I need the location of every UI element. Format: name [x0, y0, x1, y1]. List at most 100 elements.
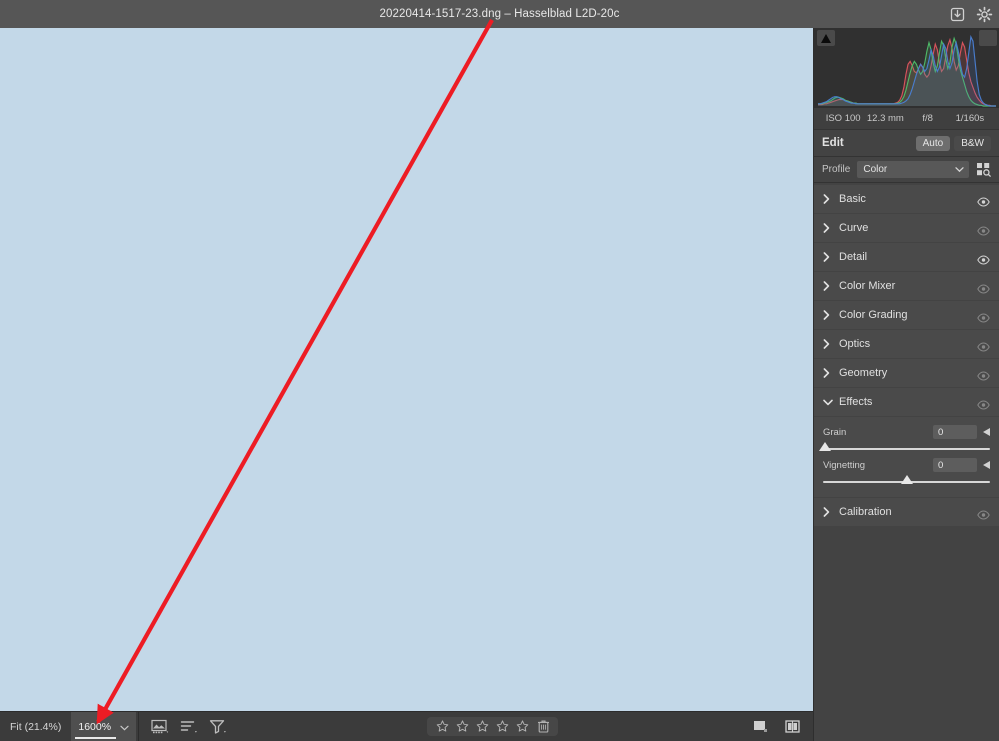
- window-title: 20220414-1517-23.dng – Hasselblad L2D-20…: [379, 8, 620, 20]
- visibility-eye-icon[interactable]: [977, 310, 990, 323]
- slider-track-wrap[interactable]: [823, 475, 990, 487]
- section-calibration[interactable]: Calibration: [814, 498, 999, 526]
- star-4-icon[interactable]: [496, 720, 509, 733]
- zoom-level-value: 1600%: [78, 720, 112, 733]
- section-label: Calibration: [839, 506, 892, 518]
- aperture-value: f/8: [922, 113, 933, 124]
- reset-triangle-icon[interactable]: [983, 461, 990, 469]
- highlight-clipping-icon[interactable]: [979, 30, 997, 46]
- star-3-icon[interactable]: [476, 720, 489, 733]
- slider-label: Grain: [823, 426, 847, 438]
- share-export-icon[interactable]: [949, 6, 966, 23]
- slider-track[interactable]: [823, 448, 990, 450]
- zoom-level-control[interactable]: 1600%: [71, 711, 137, 741]
- effects-panel-body: Grain 0 Vignetting 0: [814, 417, 999, 497]
- slider-label: Vignetting: [823, 459, 866, 471]
- slider-vignetting[interactable]: Vignetting 0: [823, 457, 990, 487]
- section-label: Color Mixer: [839, 280, 896, 292]
- chevron-right-icon[interactable]: [823, 252, 837, 262]
- section-geometry[interactable]: Geometry: [814, 359, 999, 387]
- section-basic[interactable]: Basic: [814, 185, 999, 213]
- chevron-right-icon[interactable]: [823, 223, 837, 233]
- section-label: Effects: [839, 396, 873, 408]
- histogram-plot: [818, 34, 996, 107]
- slider-value-field[interactable]: 0: [933, 425, 977, 439]
- section-detail[interactable]: Detail: [814, 243, 999, 271]
- slider-handle[interactable]: [900, 475, 913, 484]
- image-canvas[interactable]: [0, 28, 813, 711]
- thumbnail-view-icon[interactable]: [151, 719, 169, 734]
- zoom-active-underline: [75, 736, 117, 739]
- visibility-eye-icon[interactable]: [977, 339, 990, 352]
- section-label: Optics: [839, 338, 871, 350]
- profile-grid-browse-icon[interactable]: [976, 162, 991, 177]
- right-edit-panel: ISO 100 12.3 mm f/8 1/160s Edit Auto B&W…: [813, 28, 999, 741]
- edit-section-list: Basic Curve Detail Color Mixer Color Grading…: [814, 183, 999, 526]
- slider-handle[interactable]: [818, 442, 831, 451]
- section-curve[interactable]: Curve: [814, 214, 999, 242]
- bw-button[interactable]: B&W: [954, 135, 991, 151]
- fit-zoom-button[interactable]: Fit (21.4%): [0, 721, 71, 733]
- section-label: Color Grading: [839, 309, 908, 321]
- chevron-right-icon[interactable]: [823, 194, 837, 204]
- reset-triangle-icon[interactable]: [983, 428, 990, 436]
- visibility-eye-icon[interactable]: [977, 281, 990, 294]
- edit-panel-header: Edit Auto B&W: [814, 130, 999, 157]
- visibility-eye-icon[interactable]: [977, 252, 990, 265]
- visibility-eye-icon[interactable]: [977, 507, 990, 520]
- visibility-eye-icon[interactable]: [977, 368, 990, 381]
- chevron-down-icon[interactable]: [823, 399, 837, 406]
- slider-track-wrap[interactable]: [818, 442, 990, 454]
- profile-row: Profile Color: [814, 157, 999, 183]
- slider-value-field[interactable]: 0: [933, 458, 977, 472]
- rating-control[interactable]: [426, 717, 558, 736]
- shadow-clipping-triangle-icon[interactable]: [817, 30, 835, 46]
- visibility-eye-icon[interactable]: [977, 397, 990, 410]
- slider-header: Grain 0: [823, 424, 990, 440]
- section-effects[interactable]: Effects: [814, 388, 999, 416]
- profile-select[interactable]: Color: [857, 161, 969, 178]
- section-label: Curve: [839, 222, 869, 234]
- section-optics[interactable]: Optics: [814, 330, 999, 358]
- toolbar-center-group: [237, 717, 747, 736]
- gear-icon[interactable]: [976, 6, 993, 23]
- toolbar-right-group: [747, 714, 813, 740]
- auto-button[interactable]: Auto: [915, 135, 951, 151]
- histogram[interactable]: [814, 28, 999, 108]
- reject-trash-icon[interactable]: [537, 720, 549, 733]
- focal-length-value: 12.3 mm: [866, 113, 904, 124]
- title-bar: 20220414-1517-23.dng – Hasselblad L2D-20…: [0, 0, 999, 28]
- sort-list-icon[interactable]: [180, 719, 198, 734]
- toolbar-view-icons: [141, 719, 237, 734]
- star-5-icon[interactable]: [516, 720, 529, 733]
- section-label: Geometry: [839, 367, 888, 379]
- star-1-icon[interactable]: [436, 720, 449, 733]
- section-color-mixer[interactable]: Color Mixer: [814, 272, 999, 300]
- filter-funnel-icon[interactable]: [209, 719, 227, 734]
- profile-value: Color: [863, 164, 888, 175]
- chevron-right-icon[interactable]: [823, 368, 837, 378]
- chevron-right-icon[interactable]: [823, 310, 837, 320]
- bottom-toolbar: Fit (21.4%) 1600%: [0, 711, 813, 741]
- shutter-value: 1/160s: [955, 113, 985, 124]
- edit-title: Edit: [822, 137, 844, 149]
- chevron-down-icon[interactable]: [120, 718, 129, 736]
- section-color-grading[interactable]: Color Grading: [814, 301, 999, 329]
- toolbar-divider: [138, 711, 140, 741]
- visibility-eye-icon[interactable]: [977, 194, 990, 207]
- slider-grain[interactable]: Grain 0: [818, 424, 990, 454]
- chevron-right-icon[interactable]: [823, 339, 837, 349]
- single-view-icon[interactable]: [747, 714, 773, 740]
- chevron-right-icon[interactable]: [823, 507, 837, 517]
- lightroom-window: 20220414-1517-23.dng – Hasselblad L2D-20…: [0, 0, 999, 741]
- before-after-compare-icon[interactable]: [779, 714, 805, 740]
- section-label: Basic: [839, 193, 866, 205]
- title-bar-actions: [949, 0, 993, 28]
- visibility-eye-icon[interactable]: [977, 223, 990, 236]
- chevron-right-icon[interactable]: [823, 281, 837, 291]
- chevron-down-icon: [955, 164, 964, 175]
- star-2-icon[interactable]: [456, 720, 469, 733]
- toolbar-left-group: Fit (21.4%) 1600%: [0, 711, 237, 741]
- iso-value: ISO 100: [825, 113, 861, 124]
- profile-label: Profile: [822, 164, 851, 175]
